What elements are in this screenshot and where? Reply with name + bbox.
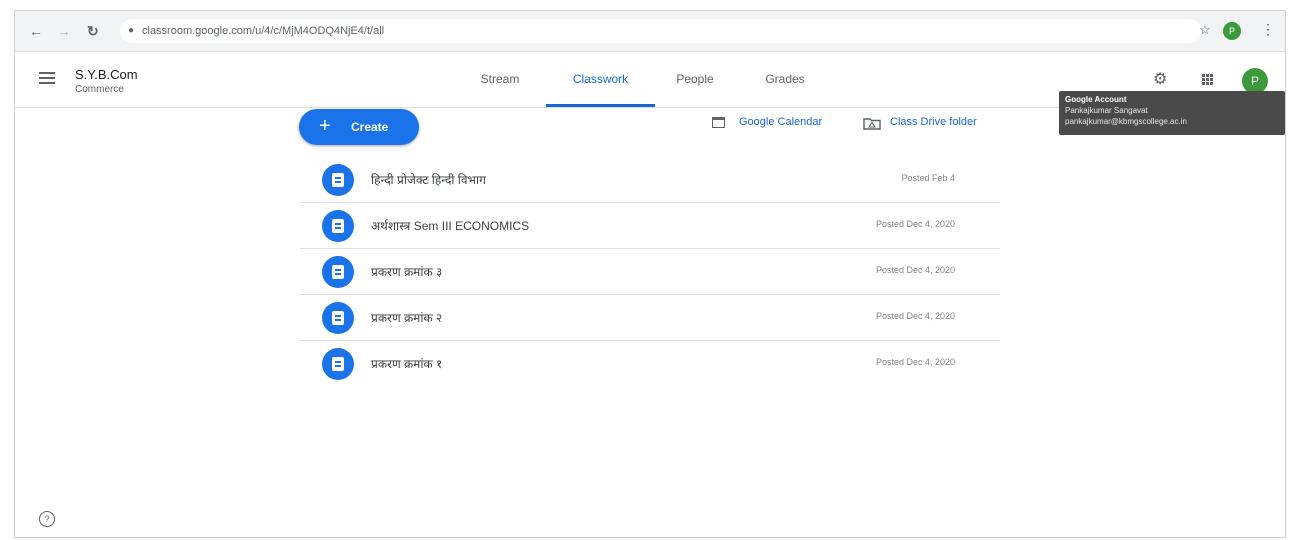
tooltip-email: pankajkumar@kbmgscollege.ac.in xyxy=(1065,117,1187,126)
list-item[interactable]: प्रकरण क्रमांक १ Posted Dec 4, 2020 xyxy=(300,340,1000,386)
account-tooltip: Google Account Pankajkumar Sangavat pank… xyxy=(1059,91,1285,135)
assignment-icon xyxy=(322,210,354,242)
drive-folder-icon xyxy=(863,118,881,130)
apps-grid-icon[interactable] xyxy=(1202,74,1214,86)
browser-window: ← → ↻ ● classroom.google.com/u/4/c/MjM4O… xyxy=(14,10,1286,538)
class-drive-folder-label: Class Drive folder xyxy=(890,116,977,128)
assignment-icon xyxy=(322,302,354,334)
assignment-icon xyxy=(322,256,354,288)
url-text: classroom.google.com/u/4/c/MjM4ODQ4NjE4/… xyxy=(142,25,385,37)
tab-classwork[interactable]: Classwork xyxy=(546,52,655,107)
list-item-title: प्रकरण क्रमांक १ xyxy=(371,357,443,371)
calendar-icon xyxy=(712,117,725,128)
plus-icon: + xyxy=(319,115,331,137)
class-section: Commerce xyxy=(75,84,124,95)
tab-people[interactable]: People xyxy=(665,52,725,107)
bookmark-star-icon[interactable]: ☆ xyxy=(1199,22,1211,38)
browser-profile-avatar[interactable]: P xyxy=(1223,22,1241,40)
tooltip-title: Google Account xyxy=(1065,95,1127,104)
hamburger-menu-icon[interactable] xyxy=(39,72,55,87)
back-arrow-icon[interactable]: ← xyxy=(29,23,43,39)
list-item[interactable]: प्रकरण क्रमांक ३ Posted Dec 4, 2020 xyxy=(300,248,1000,295)
class-name[interactable]: S.Y.B.Com xyxy=(75,67,138,82)
list-item[interactable]: हिन्दी प्रोजेक्ट हिन्दी विभाग Posted Feb… xyxy=(300,156,1000,203)
list-item[interactable]: प्रकरण क्रमांक २ Posted Dec 4, 2020 xyxy=(300,294,1000,341)
assignment-icon xyxy=(322,164,354,196)
address-bar[interactable]: ● classroom.google.com/u/4/c/MjM4ODQ4NjE… xyxy=(120,19,1202,43)
google-calendar-label: Google Calendar xyxy=(739,116,823,128)
list-item-date: Posted Dec 4, 2020 xyxy=(875,311,955,321)
list-item-title: प्रकरण क्रमांक २ xyxy=(371,311,443,325)
help-icon[interactable]: ? xyxy=(39,511,55,527)
tooltip-name: Pankajkumar Sangavat xyxy=(1065,106,1148,115)
list-item-date: Posted Feb 4 xyxy=(901,173,955,183)
list-item-date: Posted Dec 4, 2020 xyxy=(875,265,955,275)
reload-icon[interactable]: ↻ xyxy=(87,23,99,39)
browser-toolbar: ← → ↻ ● classroom.google.com/u/4/c/MjM4O… xyxy=(15,11,1285,52)
gear-icon[interactable]: ⚙ xyxy=(1153,69,1167,89)
forward-arrow-icon[interactable]: → xyxy=(57,23,71,39)
list-item[interactable]: अर्थशास्त्र Sem III ECONOMICS Posted Dec… xyxy=(300,202,1000,249)
list-item-date: Posted Dec 4, 2020 xyxy=(875,357,955,367)
tab-grades[interactable]: Grades xyxy=(750,52,820,107)
assignment-icon xyxy=(322,348,354,380)
browser-menu-icon[interactable]: ⋮ xyxy=(1261,21,1275,38)
create-label: Create xyxy=(351,120,389,134)
list-item-date: Posted Dec 4, 2020 xyxy=(875,219,955,229)
lock-icon: ● xyxy=(128,25,135,36)
list-item-title: अर्थशास्त्र Sem III ECONOMICS xyxy=(371,219,530,233)
list-item-title: हिन्दी प्रोजेक्ट हिन्दी विभाग xyxy=(371,173,486,187)
tab-stream[interactable]: Stream xyxy=(465,52,535,107)
create-button[interactable]: + Create xyxy=(299,109,419,145)
list-item-title: प्रकरण क्रमांक ३ xyxy=(371,265,443,279)
